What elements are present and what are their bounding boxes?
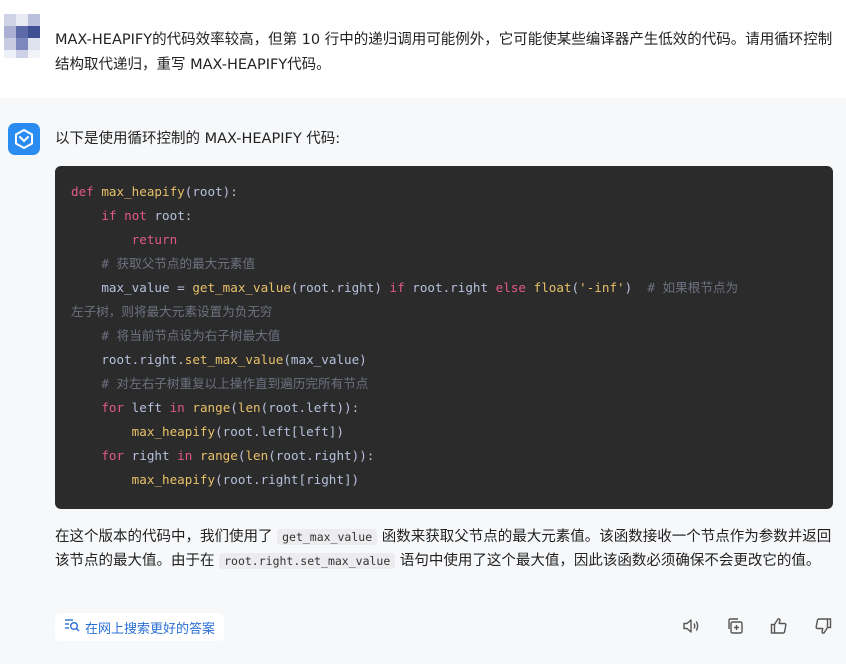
code-block[interactable]: def max_heapify(root): if not root: retu…	[55, 166, 833, 509]
code-keyword: if	[389, 280, 405, 295]
message-actions	[680, 615, 834, 637]
code-line: max_heapify(root.right[right])	[71, 468, 817, 492]
code-keyword: else	[495, 280, 527, 295]
inline-code: get_max_value	[277, 529, 378, 545]
code-keyword: in	[169, 400, 185, 415]
code-text: (root.left[left])	[215, 424, 344, 439]
code-line: # 获取父节点的最大元素值	[71, 252, 817, 276]
code-line: return	[71, 228, 817, 252]
search-web-label: 在网上搜索更好的答案	[85, 621, 216, 637]
code-keyword: for	[101, 400, 125, 415]
code-comment: 左子树，则将最大元素设置为负无穷	[71, 304, 273, 319]
assistant-explanation: 在这个版本的代码中，我们使用了 get_max_value 函数来获取父节点的最…	[55, 525, 835, 573]
code-keyword: not	[124, 208, 147, 223]
thumbs-down-icon[interactable]	[812, 615, 834, 637]
code-string: '-inf'	[579, 280, 625, 295]
explanation-text: 语句中使用了这个最大值，因此该函数必须确保不会更改它的值。	[395, 553, 821, 569]
code-line: # 将当前节点设为右子树最大值	[71, 324, 817, 348]
code-keyword: for	[101, 448, 125, 463]
code-function: range	[199, 448, 238, 463]
code-keyword: def	[71, 184, 94, 199]
code-line: root.right.set_max_value(max_value)	[71, 348, 817, 372]
code-line: max_value = get_max_value(root.right) if…	[71, 276, 817, 300]
code-line: max_heapify(root.left[left])	[71, 420, 817, 444]
code-function: range	[192, 400, 231, 415]
code-line: if not root:	[71, 204, 817, 228]
assistant-intro-text: 以下是使用循环控制的 MAX-HEAPIFY 代码:	[55, 131, 341, 147]
code-text: (root.right[right])	[215, 472, 360, 487]
assistant-logo-icon	[8, 123, 40, 155]
user-avatar	[4, 14, 40, 58]
code-keyword: if	[101, 208, 117, 223]
code-function: len	[245, 448, 269, 463]
code-function: float	[533, 280, 572, 295]
user-message-text: MAX-HEAPIFY的代码效率较高，但第 10 行中的递归调用可能例外，它可能…	[55, 32, 833, 73]
code-comment: # 获取父节点的最大元素值	[101, 256, 256, 271]
code-function: len	[237, 400, 261, 415]
code-function: max_heapify	[101, 184, 185, 199]
code-text: (root.right)	[290, 280, 390, 295]
code-text: )	[624, 280, 648, 295]
code-text: (	[230, 400, 238, 415]
search-web-button[interactable]: 在网上搜索更好的答案	[55, 613, 225, 641]
code-function: get_max_value	[192, 280, 291, 295]
code-line: for left in range(len(root.left)):	[71, 396, 817, 420]
code-keyword: in	[177, 448, 193, 463]
code-text: left	[124, 400, 170, 415]
code-line: 左子树，则将最大元素设置为负无穷	[71, 300, 817, 324]
code-keyword: return	[131, 232, 178, 247]
thumbs-up-icon[interactable]	[768, 615, 790, 637]
code-text: right	[124, 448, 178, 463]
copy-icon[interactable]	[724, 615, 746, 637]
code-text: max_value =	[101, 280, 193, 295]
code-comment: # 对左右子树重复以上操作直到遍历完所有节点	[101, 376, 369, 391]
code-text: (root.left)):	[260, 400, 360, 415]
search-list-icon	[64, 617, 80, 637]
code-text: (root.right)):	[268, 448, 375, 463]
code-function: max_heapify	[131, 424, 216, 439]
code-function: set_max_value	[184, 352, 284, 367]
code-text: root.right	[404, 280, 496, 295]
speaker-icon[interactable]	[680, 615, 702, 637]
code-text: (	[571, 280, 580, 295]
code-text: root.right.	[101, 352, 185, 367]
code-comment: # 如果根节点为	[647, 280, 739, 295]
code-line: for right in range(len(root.right)):	[71, 444, 817, 468]
code-text: (max_value)	[283, 352, 367, 367]
code-function: max_heapify	[131, 472, 216, 487]
inline-code: root.right.set_max_value	[219, 553, 396, 569]
code-text: (root):	[184, 184, 238, 199]
code-line: # 对左右子树重复以上操作直到遍历完所有节点	[71, 372, 817, 396]
code-line: def max_heapify(root):	[71, 180, 817, 204]
code-text: root:	[154, 208, 193, 223]
code-comment: # 将当前节点设为右子树最大值	[101, 328, 281, 343]
explanation-text: 在这个版本的代码中，我们使用了	[55, 529, 278, 545]
user-message: MAX-HEAPIFY的代码效率较高，但第 10 行中的递归调用可能例外，它可能…	[0, 0, 846, 98]
